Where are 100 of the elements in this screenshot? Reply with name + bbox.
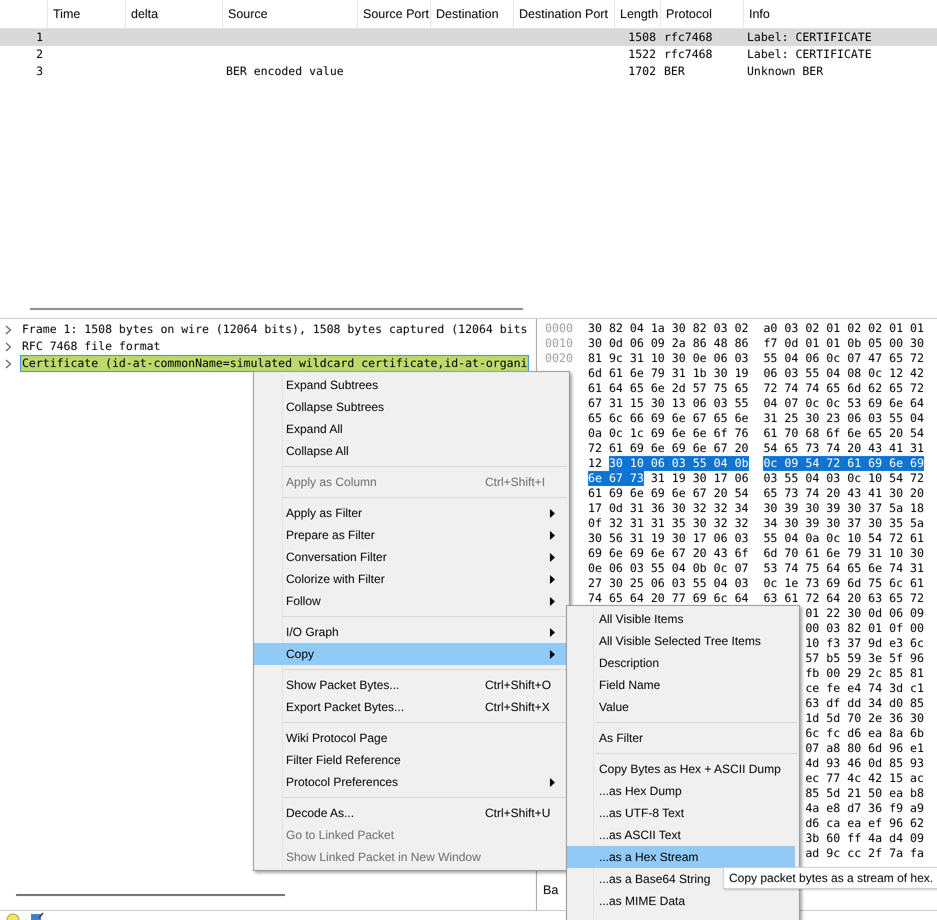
hex-bytes: 65 6c 66 69 6e 67 65 6e (588, 411, 749, 426)
hex-bytes: 04 07 0c 0c 53 69 6e 64 (763, 396, 924, 411)
table-cell: rfc7468 (664, 47, 712, 61)
scrollbar[interactable] (16, 894, 285, 896)
hex-bytes: 69 6e 69 6e 67 20 43 6f (588, 546, 749, 561)
column-header[interactable]: Source Port (363, 7, 430, 21)
column-header[interactable]: Protocol (666, 7, 712, 21)
hex-bytes: 54 65 73 74 20 43 41 31 (763, 441, 924, 456)
hex-bytes: 0c 09 54 72 61 69 6e 69 (763, 456, 924, 471)
hex-offset: 0010 (545, 336, 573, 350)
hex-bytes: 81 9c 31 10 30 0e 06 03 (588, 351, 749, 366)
table-cell: 1702 (628, 64, 656, 78)
hex-bytes: 85 5d 21 50 ea b8 (805, 786, 924, 801)
menu-item[interactable]: Collapse All (254, 440, 569, 462)
column-header[interactable]: Destination (436, 7, 499, 21)
hex-bytes: 55 04 0a 0c 10 54 72 61 (763, 531, 924, 546)
menu-item[interactable]: ...as ASCII Text (567, 824, 795, 846)
hex-bytes: 17 0d 31 36 30 32 32 34 (588, 501, 749, 516)
hex-bytes: ce fe e4 74 3d c1 (805, 681, 924, 696)
expand-chevron-icon[interactable] (5, 358, 12, 368)
hex-bytes: 07 a8 80 6d 96 e1 (805, 741, 924, 756)
menu-item[interactable]: Filter Field Reference (254, 749, 569, 771)
menu-item[interactable]: ...as UTF-8 Text (567, 802, 795, 824)
expand-chevron-icon[interactable] (5, 324, 12, 334)
column-header[interactable]: delta (131, 7, 158, 21)
table-cell: 1522 (628, 47, 656, 61)
menu-item[interactable]: Description (567, 652, 795, 674)
menu-item[interactable]: Wiki Protocol Page (254, 727, 569, 749)
menu-item[interactable]: Conversation Filter (254, 546, 569, 568)
menu-item[interactable]: As Filter (567, 727, 795, 749)
menu-item[interactable]: All Visible Selected Tree Items (567, 630, 795, 652)
tree-item[interactable]: Certificate (id-at-commonName=simulated wildcard certificate,id-at-organi (20, 355, 530, 372)
menu-item[interactable]: Protocol Preferences (254, 771, 569, 793)
menu-item[interactable]: Value (567, 696, 795, 718)
menu-item[interactable]: Export Packet Bytes... Ctrl+Shift+X (254, 696, 569, 718)
menu-item[interactable]: ...as a Hex Stream (567, 846, 795, 868)
column-header[interactable]: Destination Port (519, 7, 608, 21)
hex-bytes: 10 f3 37 9d e3 6c (805, 636, 924, 651)
menu-item[interactable]: Field Name (567, 674, 795, 696)
menu-item[interactable]: Expand Subtrees (254, 374, 569, 396)
table-cell: Label: CERTIFICATE (747, 30, 872, 44)
hex-bytes: 4d 93 46 0d 85 93 (805, 756, 924, 771)
column-header[interactable]: Info (749, 7, 770, 21)
table-cell: 2 (36, 47, 43, 61)
hex-offset: 0020 (545, 351, 573, 365)
hex-bytes: 74 65 64 20 77 69 6c 64 (588, 591, 749, 606)
column-header[interactable]: Source (228, 7, 268, 21)
scrollbar[interactable] (30, 308, 523, 310)
menu-item[interactable]: ...as Hex Dump (567, 780, 795, 802)
hex-bytes: 65 73 74 20 43 41 30 20 (763, 486, 924, 501)
hex-bytes: 30 39 30 39 30 37 5a 18 (763, 501, 924, 516)
hex-bytes: 27 30 25 06 03 55 04 03 (588, 576, 749, 591)
tree-item[interactable]: Frame 1: 1508 bytes on wire (12064 bits), 1508 bytes captured (12064 bits (20, 321, 530, 338)
menu-item[interactable]: Copy (254, 643, 569, 665)
table-cell: rfc7468 (664, 30, 712, 44)
hex-bytes: ec 77 4c 42 15 ac (805, 771, 924, 786)
hex-bytes: 63 61 72 64 20 63 65 72 (763, 591, 924, 606)
hex-bytes: 57 b5 59 3e 5f 96 (805, 651, 924, 666)
hex-bytes: 67 31 15 30 13 06 03 55 (588, 396, 749, 411)
hex-bytes: 53 74 75 64 65 6e 74 31 (763, 561, 924, 576)
hex-bytes: 6e 67 73 (588, 471, 644, 486)
column-header[interactable]: Length (620, 7, 658, 21)
column-header[interactable]: Time (53, 7, 80, 21)
packet-row[interactable]: 1 1508 rfc7468 Label: CERTIFICATE (0, 29, 937, 46)
hex-bytes: 00 03 82 01 0f 00 (805, 621, 924, 636)
menu-item[interactable]: Show Packet Bytes... Ctrl+Shift+O (254, 674, 569, 696)
menu-item[interactable]: Expand All (254, 418, 569, 440)
hex-offset: 0000 (545, 321, 573, 335)
hex-bytes: 0c 1e 73 69 6d 75 6c 61 (763, 576, 924, 591)
hex-bytes: 01 22 30 0d 06 09 (805, 606, 924, 621)
packet-row[interactable]: 2 1522 rfc7468 Label: CERTIFICATE (0, 46, 937, 63)
hex-bytes: 55 04 06 0c 07 47 65 72 (763, 351, 924, 366)
hex-bytes: 63 df dd 34 d0 85 (805, 696, 924, 711)
status-edit-icon[interactable] (30, 912, 44, 920)
hex-bytes: fb 00 29 2c 85 81 (805, 666, 924, 681)
menu-item[interactable]: Prepare as Filter (254, 524, 569, 546)
menu-item[interactable]: Follow (254, 590, 569, 612)
hex-bytes: 31 25 30 23 06 03 55 04 (763, 411, 924, 426)
hex-bytes: 61 64 65 6e 2d 57 75 65 (588, 381, 749, 396)
tree-item[interactable]: RFC 7468 file format (20, 338, 162, 355)
menu-item[interactable]: Colorize with Filter (254, 568, 569, 590)
hex-bytes: 06 03 55 04 08 0c 12 42 (763, 366, 924, 381)
menu-item[interactable]: All Visible Items (567, 608, 795, 630)
menu-item[interactable]: Copy Bytes as Hex + ASCII Dump (567, 758, 795, 780)
hex-bytes: 1d 5d 70 2e 36 30 (805, 711, 924, 726)
table-cell: 3 (36, 64, 43, 78)
expand-chevron-icon[interactable] (5, 342, 12, 352)
hex-bytes: 0f 32 31 31 35 30 32 32 (588, 516, 749, 531)
table-cell: 1 (36, 30, 43, 44)
hex-bytes: 12 (588, 456, 603, 471)
packet-row[interactable]: 3 BER encoded value 1702 BER Unknown BER (0, 63, 937, 80)
hex-bytes: f7 0d 01 01 0b 05 00 30 (763, 336, 924, 351)
menu-item[interactable]: I/O Graph (254, 621, 569, 643)
hex-bytes: 6d 61 6e 79 31 1b 30 19 (588, 366, 749, 381)
menu-item[interactable]: ...as MIME Data (567, 890, 795, 912)
menu-item[interactable]: Decode As... Ctrl+Shift+U (254, 802, 569, 824)
bytes-tab[interactable]: Ba (540, 879, 562, 901)
hex-bytes: 0e 06 03 55 04 0b 0c 07 (588, 561, 749, 576)
menu-item[interactable]: Apply as Filter (254, 502, 569, 524)
menu-item[interactable]: Collapse Subtrees (254, 396, 569, 418)
